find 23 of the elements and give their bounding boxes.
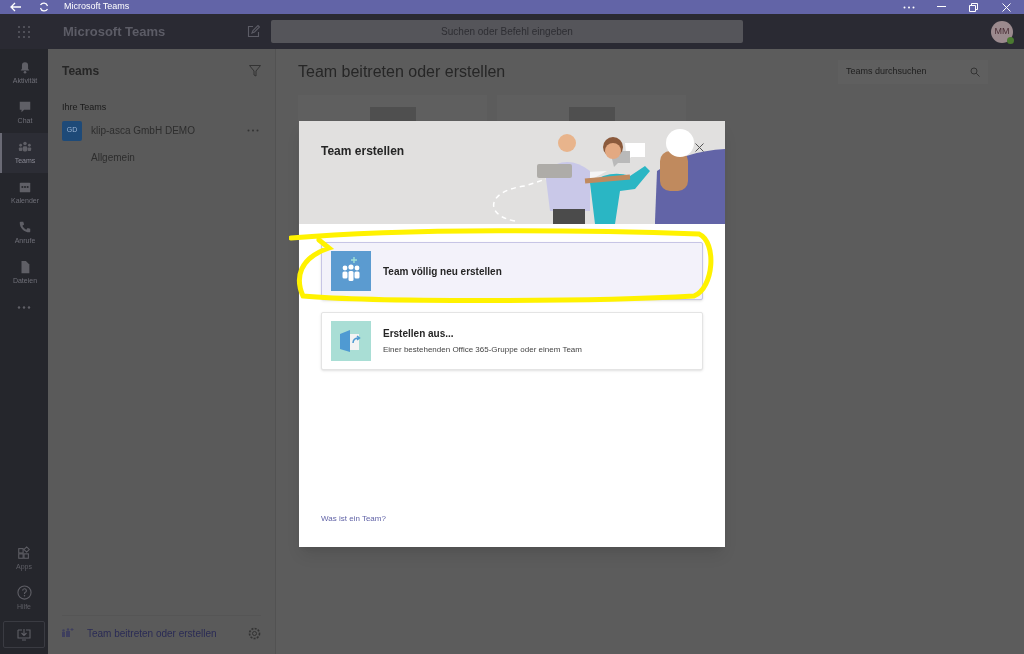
option-title: Team völlig neu erstellen	[383, 264, 502, 279]
bell-icon	[18, 59, 32, 74]
dialog-title: Team erstellen	[321, 143, 405, 160]
download-icon	[17, 628, 31, 641]
restore-icon[interactable]	[968, 2, 978, 12]
create-option[interactable]: Team völlig neu erstellen	[321, 242, 703, 300]
join-team-icon	[62, 628, 74, 638]
close-icon[interactable]	[695, 143, 704, 152]
option-title: Erstellen aus...	[383, 327, 455, 341]
phone-icon	[18, 219, 32, 234]
what-is-team-link[interactable]: Was ist ein Team?	[321, 513, 725, 525]
option-description: Einer bestehenden Office 365-Gruppe oder einem Team	[383, 344, 582, 356]
minimize-icon[interactable]	[936, 6, 946, 8]
team-add-icon	[331, 251, 371, 291]
create-option[interactable]: Erstellen aus... Einer bestehenden Office 365-Gruppe oder einem Team	[321, 312, 703, 370]
teams-icon	[18, 139, 32, 154]
back-icon[interactable]	[10, 2, 22, 12]
help-icon	[16, 585, 32, 601]
chat-icon	[18, 99, 32, 114]
window-title: Microsoft Teams	[64, 0, 130, 14]
user-avatar[interactable]: MM	[991, 20, 1013, 43]
search-icon	[970, 67, 980, 77]
apps-icon	[17, 545, 31, 560]
